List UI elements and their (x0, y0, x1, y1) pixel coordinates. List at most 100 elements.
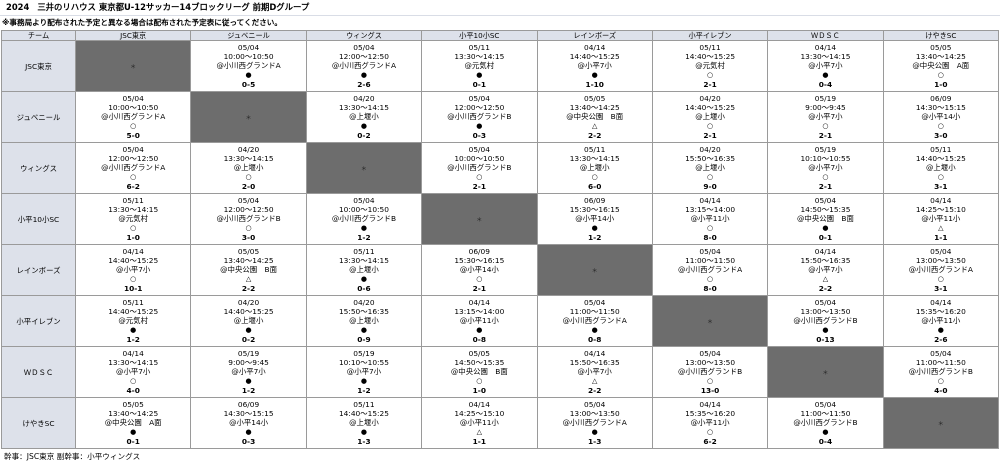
match-date: 06/09 (584, 196, 606, 206)
result-mark-icon: ● (822, 223, 829, 232)
match-venue: @小川西グランドB (216, 214, 281, 224)
match-venue: @元気村 (695, 61, 725, 71)
match-venue: @小川西グランドB (908, 367, 973, 377)
match-time: 14:30～15:15 (915, 103, 966, 113)
match-venue: @上堰小 (926, 163, 956, 173)
result-mark-icon: ○ (822, 172, 829, 181)
match-time: 13:15～14:00 (454, 307, 505, 317)
result-mark-icon: ● (591, 223, 598, 232)
match-cell: 04/20 15:50～16:35 @上堰小 ○ 9-0 (651, 142, 769, 194)
match-score: 1-0 (126, 232, 140, 242)
match-venue: @中央公園 B面 (797, 214, 854, 224)
team-column-header: レインボーズ (536, 30, 653, 41)
result-mark-icon: ● (360, 376, 367, 385)
self-mark: ＊ (130, 63, 137, 71)
match-score: 3-0 (241, 232, 256, 242)
organizer-footer: 幹事：JSC東京 副幹事：小平ウィングス (4, 452, 141, 461)
match-score: 6-0 (588, 181, 602, 191)
result-mark-icon: ○ (130, 223, 137, 232)
match-date: 05/04 (353, 196, 375, 206)
result-mark-icon: ○ (130, 121, 137, 130)
match-score: 3-0 (934, 130, 948, 140)
match-venue: @小平14小 (575, 214, 615, 224)
table-body: JSC東京＊ 05/04 10:00～10:50 @小川西グランドA ● 0-5 05/04… (1, 40, 1000, 449)
match-time: 14:30～15:15 (223, 409, 274, 419)
result-mark-icon: ● (476, 121, 483, 130)
result-mark-icon: ● (591, 325, 598, 334)
match-time: 13:00～13:50 (685, 358, 736, 368)
match-date: 05/11 (122, 298, 144, 308)
table-row: JSC東京＊ 05/04 10:00～10:50 @小川西グランドA ● 0-5 05/04… (1, 40, 1000, 92)
match-time: 11:00～11:50 (915, 358, 966, 368)
match-score: 2-6 (357, 79, 371, 89)
match-cell: 05/11 14:40～15:25 @上堰小 ○ 3-1 (882, 142, 1000, 194)
match-cell: 06/09 14:30～15:15 @小平14小 ○ 3-0 (882, 91, 1000, 143)
result-mark-icon: ○ (245, 172, 252, 181)
match-time: 15:30～16:15 (569, 205, 620, 215)
match-time: 15:50～16:35 (569, 358, 620, 368)
match-date: 05/04 (814, 298, 837, 308)
match-cell: 05/11 14:40～15:25 @元気村 ● 1-2 (74, 295, 192, 347)
result-mark-icon: ● (360, 427, 367, 436)
self-match-cell: ＊ (536, 244, 653, 296)
match-time: 11:00～11:50 (685, 256, 736, 266)
match-venue: @小平7小 (577, 367, 612, 377)
match-date: 05/11 (584, 145, 606, 155)
match-time: 12:00～12:50 (108, 154, 159, 164)
result-mark-icon: ○ (707, 70, 714, 79)
match-date: 04/20 (353, 94, 375, 104)
match-date: 05/04 (699, 349, 721, 359)
match-time: 13:30～14:15 (338, 103, 389, 113)
self-mark: ＊ (245, 114, 252, 122)
team-column-header: 小平イレブン (651, 30, 769, 41)
match-venue: @上堰小 (233, 163, 264, 173)
match-date: 04/14 (122, 349, 144, 359)
match-date: 04/14 (468, 298, 490, 308)
match-venue: @小川西グランドA (101, 163, 166, 173)
match-venue: @小平7小 (808, 112, 843, 122)
match-cell: 04/20 14:40～15:25 @上堰小 ● 0-2 (190, 295, 307, 347)
team-column-header: 小平10小SC (421, 30, 538, 41)
row-team-name: レインボーズ (1, 244, 76, 296)
match-cell: 05/04 11:00～11:50 @小川西グランドA ● 0-8 (536, 295, 653, 347)
match-cell: 04/14 15:35～16:20 @小平11小 ○ 6-2 (651, 397, 769, 449)
result-mark-icon: ● (245, 70, 252, 79)
match-date: 05/04 (237, 43, 260, 53)
match-cell: 05/04 13:00～13:50 @小川西グランドA ○ 3-1 (882, 244, 1000, 296)
match-venue: @小平11小 (921, 316, 961, 326)
match-date: 04/14 (814, 43, 837, 53)
match-score: 2-2 (588, 130, 602, 140)
match-date: 05/05 (122, 400, 144, 410)
result-mark-icon: △ (822, 274, 829, 283)
match-score: 2-1 (818, 181, 833, 191)
match-time: 15:35～16:20 (685, 409, 736, 419)
match-score: 10-1 (123, 283, 143, 293)
match-venue: @上堰小 (349, 316, 379, 326)
match-time: 15:35～16:20 (915, 307, 966, 317)
match-score: 1-0 (472, 385, 486, 395)
match-time: 10:00～10:50 (338, 205, 389, 215)
match-cell: 04/14 13:15～14:00 @小平11小 ○ 8-0 (651, 193, 769, 245)
title-league: 三井のリハウス 東京都U-12サッカー14ブロックリーグ 前期Dグループ (37, 2, 310, 12)
result-mark-icon: ● (245, 427, 252, 436)
match-date: 04/20 (699, 145, 721, 155)
match-score: 0-3 (472, 130, 486, 140)
table-header-row: チーム JSC東京 ジュベニール ウィングス 小平10小SC レインボーズ 小平… (1, 30, 1000, 41)
result-mark-icon: ○ (476, 376, 483, 385)
result-mark-icon: ● (360, 70, 367, 79)
result-mark-icon: ○ (476, 274, 483, 283)
match-venue: @小平11小 (690, 418, 730, 428)
match-date: 05/04 (353, 43, 375, 53)
match-date: 04/14 (122, 247, 144, 257)
match-cell: 05/04 11:00～11:50 @小川西グランドB ○ 4-0 (882, 346, 1000, 398)
match-score: 0-4 (818, 79, 833, 89)
match-score: 0-3 (241, 436, 256, 446)
match-time: 14:40～15:25 (223, 307, 274, 317)
match-venue: @上堰小 (233, 316, 264, 326)
result-mark-icon: △ (591, 376, 598, 385)
match-time: 10:10～10:55 (800, 154, 851, 164)
result-mark-icon: ● (476, 70, 483, 79)
match-date: 04/20 (237, 145, 260, 155)
row-team-name: ジュベニール (1, 91, 76, 143)
match-time: 12:00～12:50 (338, 52, 389, 62)
